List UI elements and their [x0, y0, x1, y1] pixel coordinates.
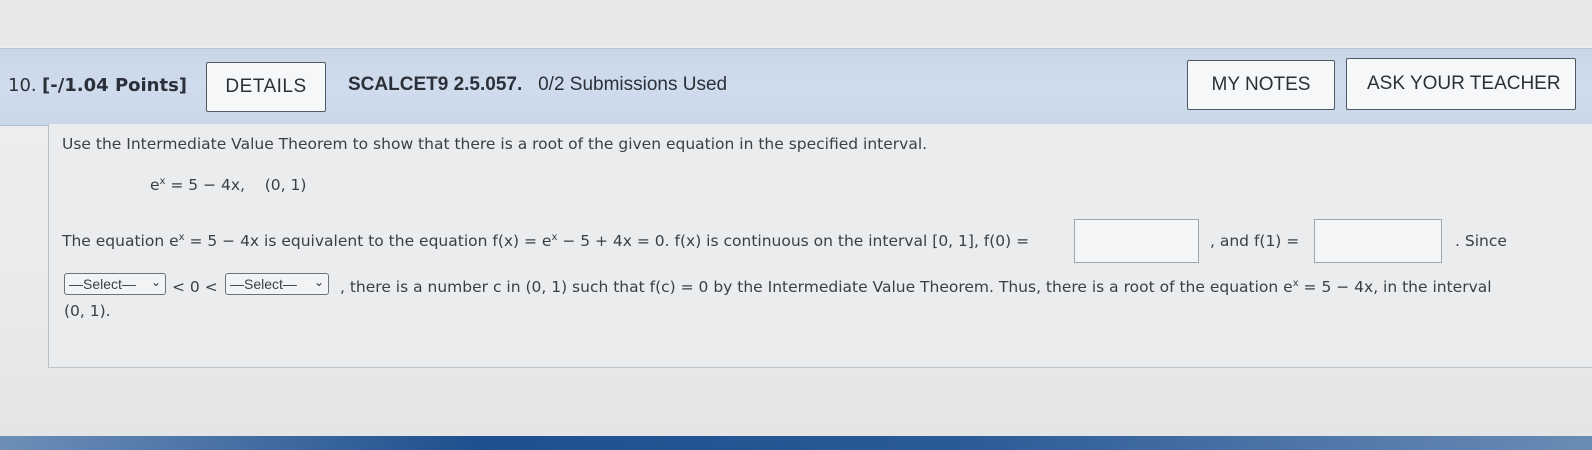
submissions-used: 0/2 Submissions Used [538, 74, 728, 95]
question-number: 10. [8, 75, 37, 96]
my-notes-button[interactable]: MY NOTES [1187, 60, 1335, 110]
top-strip [0, 0, 1592, 46]
points-label: [-/1.04 Points] [42, 75, 188, 96]
select-right-value: —Select— [230, 276, 297, 292]
given-equation: ex = 5 − 4x, (0, 1) [150, 176, 307, 195]
and-f1-label: , and f(1) = [1210, 232, 1300, 250]
given-interval: (0, 1) [264, 176, 307, 195]
taskbar-strip [0, 436, 1592, 450]
conclusion-text: , there is a number c in (0, 1) such tha… [340, 278, 1492, 297]
instruction-text: Use the Intermediate Value Theorem to sh… [62, 135, 928, 153]
equivalence-text: The equation ex = 5 − 4x is equivalent t… [62, 232, 1030, 251]
question-code-id: SCALCET9 2.5.057. [348, 74, 523, 95]
inequality-text: < 0 < [172, 278, 218, 296]
f1-answer-input[interactable] [1314, 219, 1442, 263]
f0-answer-input[interactable] [1074, 219, 1199, 263]
conclusion-interval: (0, 1). [64, 302, 111, 320]
since-label: . Since [1455, 232, 1507, 250]
select-dropdown-left[interactable]: —Select— ⌄ [64, 273, 166, 295]
chevron-down-icon: ⌄ [150, 275, 161, 289]
select-dropdown-right[interactable]: —Select— ⌄ [225, 273, 329, 295]
ask-teacher-button[interactable]: ASK YOUR TEACHER [1346, 58, 1576, 110]
details-button[interactable]: DETAILS [206, 62, 326, 112]
question-code: SCALCET9 2.5.057. 0/2 Submissions Used [348, 74, 727, 96]
select-left-value: —Select— [69, 276, 136, 292]
chevron-down-icon: ⌄ [313, 275, 324, 289]
